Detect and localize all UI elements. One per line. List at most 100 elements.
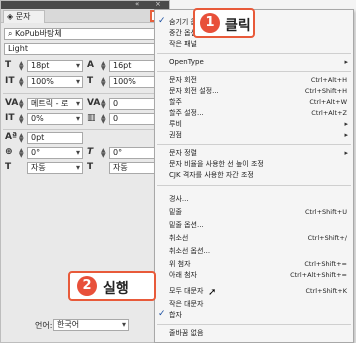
menu-item-label: 취소선 옵션... [169,247,211,255]
tsume-field[interactable]: 0% [27,113,83,125]
menu-item-kenten[interactable]: 권점 ▸ [155,130,353,141]
menu-item-label: 문자 회전 [169,76,197,84]
menu-item-line-height-ratio[interactable]: 문자 비율을 사용한 선 높이 조정 [155,159,353,170]
tracking-value: 0 [113,99,119,108]
menu-item-label: 루비 [169,120,182,128]
rotation-stepper[interactable]: ▲ ▼ [101,148,106,159]
tsume-stepper[interactable]: ▲ ▼ [19,114,24,125]
menu-item-ligatures[interactable]: 합자 [155,310,353,321]
panel-titlebar: « × [1,0,169,9]
menu-item-shortcut: Ctrl+Alt+Z [311,109,347,117]
skew-stepper[interactable]: ▲ ▼ [19,148,24,159]
kerning-value: 메트릭 - 로 [31,99,69,108]
menu-item-shortcut: Ctrl+Shift+/ [307,234,347,242]
horizontal-scale-stepper[interactable]: ▲ ▼ [101,77,106,88]
menu-item-shortcut: Ctrl+Shift+H [304,87,347,95]
menu-item-warichu-settings[interactable]: 할주 설정... Ctrl+Alt+Z [155,108,353,119]
menu-item-label: 취소선 [169,234,189,242]
menu-item-underline[interactable]: 밑줄 Ctrl+Shift+U [155,207,353,218]
tab-character[interactable]: ◈ 문자 [3,10,45,23]
font-family-select[interactable]: ⌕ KoPub바탕체 [4,28,166,40]
menu-item-shortcut: Ctrl+Shift+= [304,260,347,268]
step2-callout: 2 실행 [68,271,156,301]
language-select[interactable]: 한국어 [53,319,129,331]
panel-flyout-menu: ✓ 숨기기 옵션 중간 옵션 작은 패널 OpenType ▸ 문자 회전 Ctrl… [154,9,354,343]
menu-item-shatai[interactable]: 경사... [155,194,353,205]
menu-item-label: 할주 설정... [169,109,204,117]
baseline-shift-field[interactable]: 0pt [27,132,83,144]
kerning-field[interactable]: 메트릭 - 로 [27,98,83,110]
collapse-icon[interactable]: « [135,0,139,8]
aki-stepper[interactable]: ▲ ▼ [101,114,106,125]
step1-badge: 1 [200,13,220,33]
menu-item-superscript[interactable]: 위 첨자 Ctrl+Shift+= [155,259,353,270]
char-align-value-1: 자동 [31,163,46,172]
aki-value: 0 [113,114,119,123]
menu-item-ruby[interactable]: 루비 ▸ [155,119,353,130]
font-size-stepper[interactable]: ▲ ▼ [19,61,24,72]
leading-stepper[interactable]: ▲ ▼ [101,61,106,72]
menu-item-char-align[interactable]: 문자 정렬 ▸ [155,148,353,159]
language-label: 언어: [35,321,53,330]
search-icon: ⌕ [8,29,16,38]
menu-item-small-panel[interactable]: 작은 패널 [155,39,353,50]
divider [3,93,167,94]
menu-item-no-break[interactable]: 줄바꿈 없음 [155,328,353,339]
submenu-arrow-icon: ▸ [344,120,348,128]
menu-item-label: 문자 비율을 사용한 선 높이 조정 [169,160,264,168]
panel-tab-row: ◈ 문자 ≡ [1,9,169,23]
horizontal-scale-icon: T [87,76,94,86]
menu-item-label: 모두 대문자 [169,287,204,295]
horizontal-scale-value: 100% [113,77,136,86]
menu-item-subscript[interactable]: 아래 첨자 Ctrl+Alt+Shift+= [155,270,353,281]
menu-item-label: 작은 대문자 [169,300,204,308]
menu-item-all-caps[interactable]: 모두 대문자 Ctrl+Shift+K [155,286,353,297]
leading-icon: A [87,60,94,70]
menu-item-label: 밑줄 [169,208,182,216]
vertical-scale-stepper[interactable]: ▲ ▼ [19,77,24,88]
menu-item-shortcut: Ctrl+Alt+Shift+= [290,271,347,279]
font-size-field[interactable]: 18pt [27,60,83,72]
rotation-icon: ⊕ [5,147,13,157]
menu-item-label: 경사... [169,195,189,203]
menu-item-char-rotate-settings[interactable]: 문자 회전 설정... Ctrl+Shift+H [155,86,353,97]
close-icon[interactable]: × [155,0,161,8]
menu-item-label: OpenType [169,58,204,66]
menu-divider [157,144,351,145]
menu-item-label: 할주 [169,98,182,106]
menu-item-strikethrough[interactable]: 취소선 Ctrl+Shift+/ [155,233,353,244]
menu-item-cjk-grid-tracking[interactable]: CJK 격자를 사용한 자간 조정 [155,170,353,181]
menu-item-small-caps[interactable]: 작은 대문자 [155,299,353,310]
font-style-value: Light [8,44,28,53]
divider [3,129,167,130]
char-align-value-2: 자동 [113,163,128,172]
menu-item-shortcut: Ctrl+Shift+K [305,287,348,295]
submenu-arrow-icon: ▸ [344,58,348,66]
skew-field[interactable]: 0° [27,147,83,159]
vertical-scale-icon: IT [5,76,15,86]
menu-item-label: 아래 첨자 [169,271,197,279]
vertical-scale-field[interactable]: 100% [27,76,83,88]
menu-item-shortcut: Ctrl+Alt+W [309,98,347,106]
char-align-select-1[interactable]: 자동 [27,162,83,174]
rotation-value: 0° [113,148,123,157]
character-tab-icon: ◈ [7,12,16,21]
kerning-stepper[interactable]: ▲ ▼ [19,99,24,110]
tracking-stepper[interactable]: ▲ ▼ [101,99,106,110]
leading-value: 16pt [113,61,132,70]
menu-item-underline-options[interactable]: 밑줄 옵션... [155,220,353,231]
language-value: 한국어 [57,320,80,329]
menu-item-strikethrough-options[interactable]: 취소선 옵션... [155,246,353,257]
kerning-icon: VA [5,98,19,108]
font-style-select[interactable]: Light [4,43,166,55]
baseline-shift-stepper[interactable]: ▲ ▼ [19,133,24,144]
step2-label: 실행 [103,281,129,297]
step2-badge: 2 [77,276,97,296]
baseline-shift-value: 0pt [31,133,45,142]
menu-item-warichu[interactable]: 할주 Ctrl+Alt+W [155,97,353,108]
menu-item-char-rotate[interactable]: 문자 회전 Ctrl+Alt+H [155,75,353,86]
menu-item-label: 줄바꿈 없음 [169,329,204,337]
menu-item-shortcut: Ctrl+Shift+U [305,208,347,216]
font-size-value: 18pt [31,61,50,70]
menu-item-opentype[interactable]: OpenType ▸ [155,57,353,68]
